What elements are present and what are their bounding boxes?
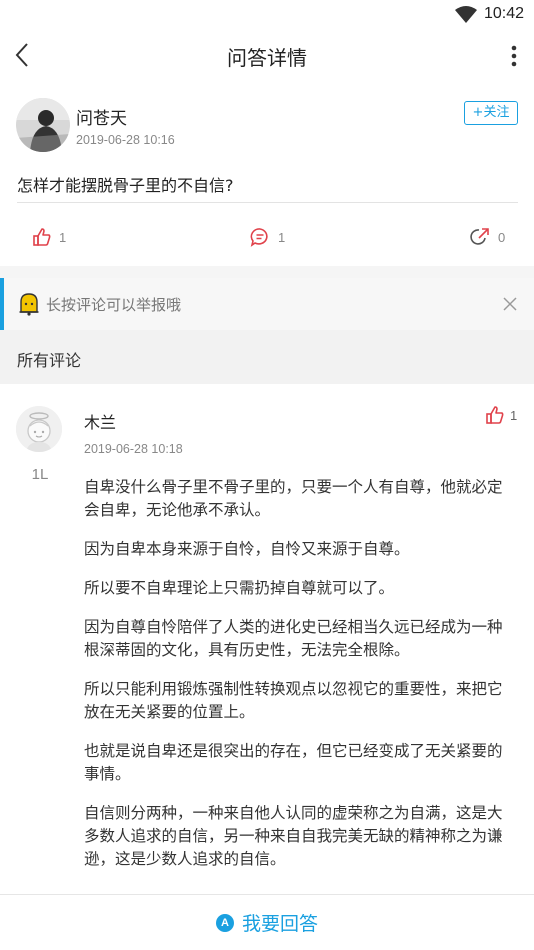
post-time: 2019-06-28 10:16: [76, 133, 175, 147]
comment-bubble-icon: [250, 228, 268, 247]
answer-label: 我要回答: [241, 913, 318, 935]
comment-time: 2019-06-28 10:18: [84, 442, 183, 456]
notice-text: 长按评论可以举报哦: [46, 296, 182, 314]
post-share-count: 0: [498, 229, 506, 245]
post-comment-button[interactable]: 1: [250, 226, 285, 248]
commenter-avatar[interactable]: [16, 406, 62, 452]
post-share-button[interactable]: 0: [470, 226, 505, 248]
status-bar: 10:42: [0, 0, 534, 30]
comment-paragraph: 也就是说自卑还是很突出的存在，但它已经变成了无关紧要的事情。: [84, 742, 503, 783]
close-icon: [503, 297, 517, 311]
author-name[interactable]: 问苍天: [76, 104, 127, 129]
more-vertical-icon: [511, 45, 517, 67]
comment-body: 自卑没什么骨子里不骨子里的，只要一个人有自尊，他就必定会自卑，无论他承不承认。 …: [84, 476, 516, 887]
answer-button[interactable]: A 我要回答: [0, 895, 534, 950]
comment-paragraph: 因为自尊自怜陪伴了人类的进化史已经相当久远已经成为一种根深蒂固的文化，具有历史性…: [84, 618, 503, 659]
post-comment-count: 1: [278, 229, 286, 245]
author-avatar[interactable]: [16, 98, 70, 152]
page-title: 问答详情: [227, 46, 307, 70]
bottom-bar: A 我要回答: [0, 894, 534, 949]
comment-item[interactable]: 1L 木兰 2019-06-28 10:18 1 自卑没什么骨子里不骨子里的，只…: [0, 384, 534, 894]
notice-accent-bar: [0, 278, 4, 330]
thumbs-up-icon: [33, 228, 51, 246]
answer-icon: A: [215, 913, 234, 932]
notice-close-button[interactable]: [500, 294, 520, 314]
wifi-icon: [455, 6, 477, 28]
comment-paragraph: 所以只能利用锻炼强制性转换观点以忽视它的重要性，来把它放在无关紧要的位置上。: [84, 680, 503, 721]
bell-icon: [18, 292, 40, 320]
comment-like-count: 1: [510, 407, 518, 423]
share-icon: [470, 228, 489, 245]
comment-paragraph: 所以要不自卑理论上只需扔掉自尊就可以了。: [84, 579, 395, 597]
more-button[interactable]: [504, 42, 524, 70]
status-time: 10:42: [484, 5, 525, 22]
divider: [17, 202, 518, 203]
report-notice: 长按评论可以举报哦: [0, 278, 534, 330]
comment-paragraph: 因为自卑本身来源于自怜，自怜又来源于自尊。: [84, 540, 410, 558]
question-text: 怎样才能摆脱骨子里的不自信?: [17, 176, 234, 195]
post-like-count: 1: [59, 229, 67, 245]
comments-header: 所有评论: [0, 330, 534, 384]
comment-like-button[interactable]: 1: [486, 406, 517, 424]
thumbs-up-icon: [486, 406, 504, 424]
post-like-button[interactable]: 1: [33, 226, 66, 248]
comment-floor: 1L: [31, 466, 49, 483]
app-bar: 问答详情: [0, 30, 534, 82]
commenter-name[interactable]: 木兰: [84, 409, 116, 433]
comment-paragraph: 自卑没什么骨子里不骨子里的，只要一个人有自尊，他就必定会自卑，无论他承不承认。: [84, 478, 503, 519]
comments-section-title: 所有评论: [17, 351, 82, 370]
comment-paragraph: 自信则分两种，一种来自他人认同的虚荣称之为自满，这是大多数人追求的自信，另一种来…: [84, 804, 503, 868]
follow-button[interactable]: +关注: [464, 101, 518, 125]
section-gap: [0, 266, 534, 278]
